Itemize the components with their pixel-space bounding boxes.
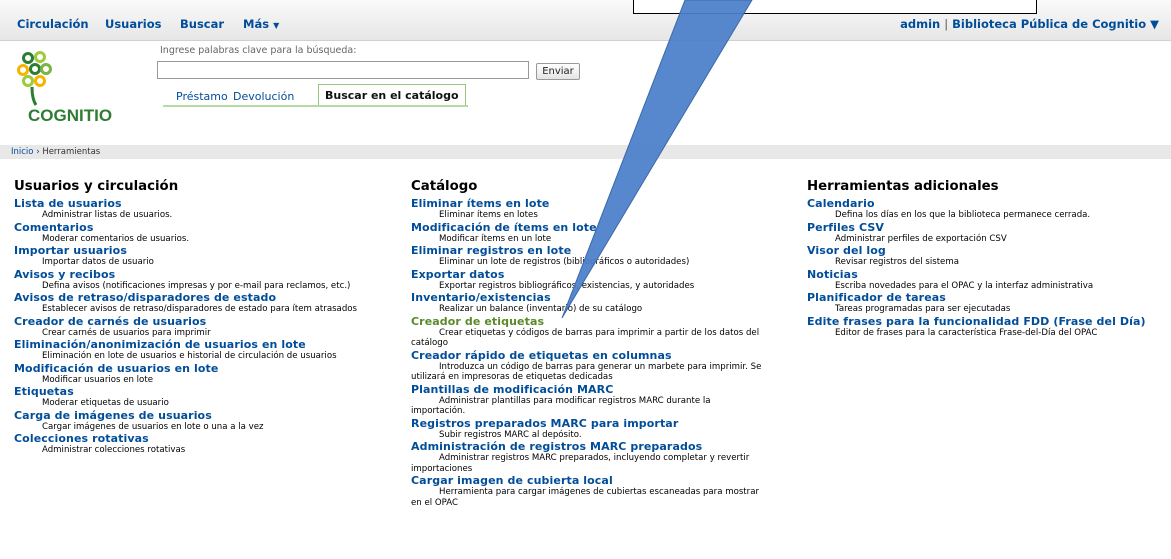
nav-mas-label: Más <box>243 17 270 31</box>
tab-devolucion[interactable]: Devolución <box>233 90 294 103</box>
link-planificador-tareas[interactable]: Planificador de tareas <box>807 291 1167 304</box>
nav-usuarios[interactable]: Usuarios <box>105 17 162 31</box>
link-importar-usuarios[interactable]: Importar usuarios <box>14 244 382 257</box>
link-administracion-marc[interactable]: Administración de registros MARC prepara… <box>411 440 763 453</box>
user-info: admin | Biblioteca Pública de Cognitio ▼ <box>900 17 1159 31</box>
item-description: Modificar ítems en un lote <box>439 233 552 244</box>
breadcrumb-separator: › <box>36 147 40 157</box>
item-description: Cargar imágenes de usuarios en lote o un… <box>42 421 264 432</box>
item-description: Subir registros MARC al depósito. <box>439 429 582 440</box>
link-carga-imagenes[interactable]: Carga de imágenes de usuarios <box>14 409 382 422</box>
item-description: Crear etiquetas y códigos de barras para… <box>411 327 760 349</box>
link-colecciones-rotativas[interactable]: Colecciones rotativas <box>14 432 382 445</box>
link-avisos-recibos[interactable]: Avisos y recibos <box>14 268 382 281</box>
link-modificacion-usuarios[interactable]: Modificación de usuarios en lote <box>14 362 382 375</box>
item-description: Eliminar ítems en lotes <box>439 210 538 220</box>
link-creador-rapido-etiquetas[interactable]: Creador rápido de etiquetas en columnas <box>411 349 763 362</box>
nav-buscar[interactable]: Buscar <box>180 17 224 31</box>
link-cargar-cubierta[interactable]: Cargar imagen de cubierta local <box>411 474 763 487</box>
link-calendario[interactable]: Calendario <box>807 197 1167 210</box>
cognitio-logo[interactable]: COGNITIO <box>14 47 114 127</box>
link-noticias[interactable]: Noticias <box>807 268 1167 281</box>
link-eliminar-registros[interactable]: Eliminar registros en lote <box>411 244 763 257</box>
chevron-down-icon: ▼ <box>273 21 280 30</box>
item-description: Moderar comentarios de usuarios. <box>42 233 190 244</box>
link-registros-preparados[interactable]: Registros preparados MARC para importar <box>411 417 763 430</box>
column-herramientas-adicionales: Herramientas adicionales Calendario Defin… <box>807 178 1167 338</box>
user-separator: | <box>944 17 949 31</box>
link-frases-fdd[interactable]: Edite frases para la funcionalidad FDD (… <box>807 315 1167 328</box>
tab-buscar-catalogo[interactable]: Buscar en el catálogo <box>318 84 466 106</box>
item-description: Administrar colecciones rotativas <box>42 445 186 455</box>
item-description: Administrar plantillas para modificar re… <box>411 395 711 417</box>
link-perfiles-csv[interactable]: Perfiles CSV <box>807 221 1167 234</box>
column-title: Usuarios y circulación <box>14 179 179 194</box>
link-comentarios[interactable]: Comentarios <box>14 221 382 234</box>
item-description: Eliminación en lote de usuarios e histor… <box>42 351 337 361</box>
link-visor-log[interactable]: Visor del log <box>807 244 1167 257</box>
column-title: Catálogo <box>411 179 478 194</box>
item-description: Defina los días en los que la biblioteca… <box>835 210 1091 220</box>
chevron-down-icon: ▼ <box>1150 17 1159 31</box>
item-description: Importar datos de usuario <box>42 257 154 267</box>
link-creador-carnes[interactable]: Creador de carnés de usuarios <box>14 315 382 328</box>
item-description: Editor de frases para la característica … <box>835 327 1098 338</box>
breadcrumb: Inicio › Herramientas <box>0 145 1171 159</box>
item-description: Administrar listas de usuarios. <box>42 210 173 220</box>
link-lista-usuarios[interactable]: Lista de usuarios <box>14 197 382 210</box>
breadcrumb-current: Herramientas <box>42 147 101 157</box>
column-usuarios-circulacion: Usuarios y circulación Lista de usuarios… <box>14 178 382 456</box>
callout-box <box>633 0 1037 14</box>
item-description: Defina avisos (notificaciones impresas y… <box>42 280 351 291</box>
link-modificacion-items[interactable]: Modificación de ítems en lote <box>411 221 763 234</box>
item-description: Escriba novedades para el OPAC y la inte… <box>835 280 1094 291</box>
search-hint: Ingrese palabras clave para la búsqueda: <box>160 45 357 56</box>
link-plantillas-marc[interactable]: Plantillas de modificación MARC <box>411 383 763 396</box>
link-inventario[interactable]: Inventario/existencias <box>411 291 763 304</box>
item-description: Establecer avisos de retraso/disparadore… <box>42 304 358 314</box>
column-catalogo: Catálogo Eliminar ítems en lote Eliminar … <box>411 178 763 508</box>
item-description: Administrar perfiles de exportación CSV <box>835 233 1007 244</box>
column-title: Herramientas adicionales <box>807 179 999 194</box>
item-description: Moderar etiquetas de usuario <box>42 398 169 408</box>
item-description: Tareas programadas para ser ejecutadas <box>835 304 1011 314</box>
item-description: Introduzca un código de barras para gene… <box>411 361 762 383</box>
link-exportar-datos[interactable]: Exportar datos <box>411 268 763 281</box>
item-description: Modificar usuarios en lote <box>42 374 153 385</box>
link-etiquetas[interactable]: Etiquetas <box>14 385 382 398</box>
item-description: Eliminar un lote de registros (bibliográ… <box>439 257 690 267</box>
search-input[interactable] <box>157 61 529 79</box>
tabs-underline <box>163 105 468 107</box>
item-description: Realizar un balance (inventario) de su c… <box>439 304 643 314</box>
logo-text: COGNITIO <box>28 106 112 125</box>
item-description: Administrar registros MARC preparados, i… <box>411 453 750 474</box>
link-creador-etiquetas[interactable]: Creador de etiquetas <box>411 315 763 328</box>
user-link[interactable]: admin <box>900 17 940 31</box>
tab-prestamo[interactable]: Préstamo <box>176 90 228 103</box>
breadcrumb-home[interactable]: Inicio <box>11 147 34 157</box>
item-description: Revisar registros del sistema <box>835 257 959 267</box>
link-avisos-retraso[interactable]: Avisos de retraso/disparadores de estado <box>14 291 382 304</box>
logo-gears-icon: COGNITIO <box>17 51 112 125</box>
link-eliminar-items[interactable]: Eliminar ítems en lote <box>411 197 763 210</box>
submit-button[interactable]: Enviar <box>536 63 580 80</box>
item-description: Herramienta para cargar imágenes de cubi… <box>411 487 760 508</box>
item-description: Crear carnés de usuarios para imprimir <box>42 327 211 338</box>
nav-mas[interactable]: Más ▼ <box>243 17 279 31</box>
library-selector[interactable]: Biblioteca Pública de Cognitio ▼ <box>952 17 1159 31</box>
nav-circulacion[interactable]: Circulación <box>17 17 89 31</box>
library-name: Biblioteca Pública de Cognitio <box>952 17 1147 31</box>
link-eliminacion-usuarios[interactable]: Eliminación/anonimización de usuarios en… <box>14 338 382 351</box>
item-description: Exportar registros bibliográficos, exist… <box>439 280 695 291</box>
